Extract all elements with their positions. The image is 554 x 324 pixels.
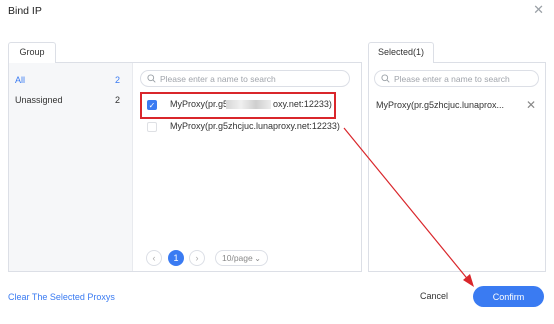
page-number-current[interactable]: 1	[168, 250, 184, 266]
close-icon[interactable]: ✕	[533, 2, 544, 18]
prev-page-button[interactable]: ‹	[146, 250, 162, 266]
cancel-button[interactable]: Cancel	[414, 287, 454, 305]
next-page-button[interactable]: ›	[189, 250, 205, 266]
selected-search-input[interactable]	[394, 73, 534, 84]
group-item-label: Unassigned	[15, 95, 63, 105]
proxy-search-input[interactable]	[160, 73, 340, 84]
group-item-label: All	[15, 75, 26, 85]
remove-icon[interactable]: ✕	[526, 98, 536, 112]
group-item-all[interactable]: All 2	[15, 72, 120, 88]
tab-selected[interactable]: Selected(1)	[368, 42, 434, 63]
search-icon	[147, 74, 156, 83]
chevron-down-icon: ⌄	[254, 253, 261, 263]
proxy-checkbox-2[interactable]	[147, 122, 157, 132]
chevron-right-icon: ›	[195, 253, 199, 263]
confirm-button[interactable]: Confirm	[473, 286, 544, 307]
chevron-left-icon: ‹	[152, 253, 156, 263]
redacted-region	[226, 100, 271, 109]
proxy-search-box[interactable]	[140, 70, 350, 87]
tab-group[interactable]: Group	[8, 42, 56, 63]
group-item-unassigned[interactable]: Unassigned 2	[15, 92, 120, 108]
selected-search-box[interactable]	[374, 70, 539, 87]
search-icon	[381, 74, 390, 83]
group-item-count: 2	[114, 75, 120, 85]
proxy-label-2: MyProxy(pr.g5zhcjuc.lunaproxy.net:12233)	[170, 121, 340, 131]
clear-selected-link[interactable]: Clear The Selected Proxys	[8, 292, 115, 302]
page-size-select[interactable]: 10/page ⌄	[215, 250, 268, 266]
page-size-value: 10/page	[222, 253, 253, 263]
group-item-count: 2	[114, 95, 120, 105]
selected-proxy-label: MyProxy(pr.g5zhcjuc.lunaprox...	[376, 99, 505, 110]
dialog-title: Bind IP	[8, 5, 42, 17]
selected-panel	[368, 62, 546, 272]
selected-proxy-item: MyProxy(pr.g5zhcjuc.lunaprox... ✕	[376, 96, 536, 113]
